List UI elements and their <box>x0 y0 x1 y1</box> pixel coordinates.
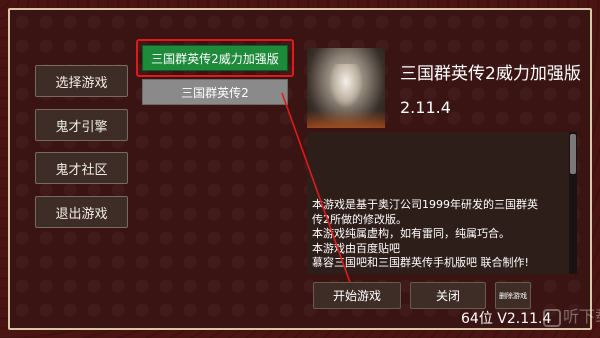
game-description: 本游戏是基于奥汀公司1999年研发的三国群英 传2所做的修改版。 本游戏纯属虚构… <box>312 198 568 271</box>
build-version-label: 64位 V2.11.4 <box>461 311 552 327</box>
watermark-text: 听下载 <box>563 307 600 326</box>
watermark-logo-icon <box>543 308 561 327</box>
start-game-button[interactable]: 开始游戏 <box>313 282 401 309</box>
menu-community-button[interactable]: 鬼才社区 <box>35 152 128 184</box>
game-title: 三国群英传2威力加强版 <box>400 64 581 84</box>
description-line: 本游戏纯属虚构，如有雷同，纯属巧合。 <box>312 227 510 240</box>
description-line: 本游戏由百度贴吧 <box>312 241 400 255</box>
game-list-item[interactable]: 三国群英传2 <box>142 79 288 105</box>
menu-select-game-button[interactable]: 选择游戏 <box>35 65 128 97</box>
description-scrollbar[interactable] <box>569 132 577 274</box>
close-button[interactable]: 关闭 <box>410 282 486 309</box>
cover-fire-glow <box>307 110 385 128</box>
cover-rider-figure <box>329 64 363 108</box>
watermark: 听下载 <box>543 303 600 327</box>
menu-engine-button[interactable]: 鬼才引擎 <box>35 109 128 141</box>
description-line: 慕容三国吧和三国群英传手机版吧 联合制作! <box>312 256 529 269</box>
scrollbar-thumb[interactable] <box>570 134 576 174</box>
menu-exit-button[interactable]: 退出游戏 <box>35 196 128 228</box>
selection-highlight-annotation <box>136 39 294 77</box>
description-line: 本游戏是基于奥汀公司1999年研发的三国群英 <box>312 198 538 211</box>
description-line: 传2所做的修改版。 <box>312 212 407 226</box>
game-cover-image <box>307 48 385 128</box>
delete-game-button[interactable]: 删除游戏 <box>495 282 531 309</box>
game-version: 2.11.4 <box>400 98 451 117</box>
